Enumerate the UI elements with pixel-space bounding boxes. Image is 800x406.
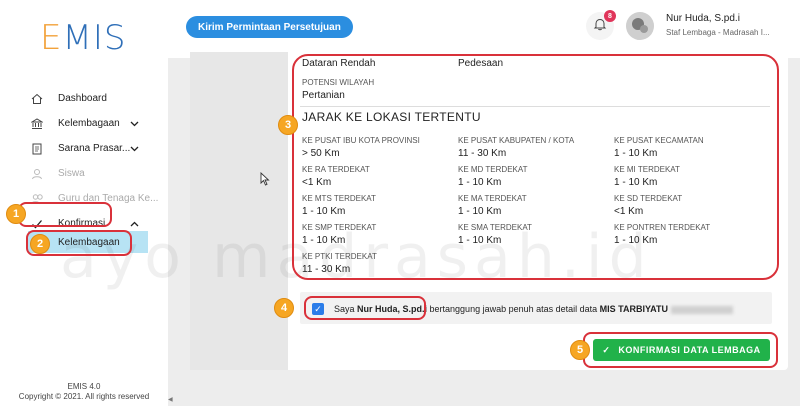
user-name[interactable]: Nur Huda, S.pd.i xyxy=(666,13,740,24)
topbar: Kirim Permintaan Persetujuan 8 Nur Huda,… xyxy=(168,0,800,58)
distance-value: 1 - 10 Km xyxy=(302,206,346,217)
sidebar-item-siswa[interactable]: Siswa xyxy=(0,161,168,186)
distance-value: <1 Km xyxy=(614,206,644,217)
section-title: JARAK KE LOKASI TERTENTU xyxy=(302,110,481,124)
distance-value: 1 - 10 Km xyxy=(614,148,658,159)
distance-value: <1 Km xyxy=(302,177,332,188)
distance-label: KE MI TERDEKAT xyxy=(614,165,680,174)
distance-value: 1 - 10 Km xyxy=(302,235,346,246)
distance-label: KE SD TERDEKAT xyxy=(614,194,683,203)
distance-label: KE PTKI TERDEKAT xyxy=(302,252,377,261)
bank-icon xyxy=(30,117,44,131)
step-marker-5: 5 xyxy=(570,340,590,360)
distance-value: > 50 Km xyxy=(302,148,340,159)
users-icon xyxy=(30,192,44,206)
distance-value: 1 - 10 Km xyxy=(614,235,658,246)
confirm-statement: Saya Nur Huda, S.pd.i bertanggung jawab … xyxy=(334,304,733,314)
card-side-panel xyxy=(190,52,288,370)
potensi-value: Pertanian xyxy=(302,90,345,101)
footer-copyright: Copyright © 2021. All rights reserved xyxy=(18,392,150,401)
request-approval-button[interactable]: Kirim Permintaan Persetujuan xyxy=(186,16,353,38)
sidebar-item-dashboard[interactable]: Dashboard xyxy=(0,86,168,111)
divider xyxy=(300,106,770,107)
dataran-label: Dataran Rendah xyxy=(302,58,376,69)
distance-value: 1 - 10 Km xyxy=(614,177,658,188)
sidebar-item-guru[interactable]: Guru dan Tenaga Ke... xyxy=(0,186,168,211)
distance-label: KE MTS TERDEKAT xyxy=(302,194,376,203)
check-icon: ✓ xyxy=(602,344,611,355)
redacted-text xyxy=(670,305,733,314)
document-icon xyxy=(30,142,44,156)
emis-logo[interactable]: EMIS xyxy=(40,18,126,58)
distance-value: 1 - 10 Km xyxy=(458,177,502,188)
user-role: Staf Lembaga - Madrasah I... xyxy=(666,28,770,37)
user-icon xyxy=(30,167,44,181)
distance-value: 11 - 30 Km xyxy=(302,264,351,275)
cursor-icon xyxy=(260,171,270,189)
scroll-left-arrow[interactable]: ◀ xyxy=(168,396,173,403)
footer-version: EMIS 4.0 xyxy=(67,382,101,391)
avatar[interactable] xyxy=(626,12,654,40)
distance-label: KE SMP TERDEKAT xyxy=(302,223,377,232)
checkmark-icon: ✓ xyxy=(314,303,322,314)
distance-label: KE MA TERDEKAT xyxy=(458,194,527,203)
sidebar: EMIS Dashboard Kelembagaan Sarana Prasar… xyxy=(0,0,168,406)
sidebar-item-sarana[interactable]: Sarana Prasar... xyxy=(0,136,168,161)
home-icon xyxy=(30,92,44,106)
sidebar-item-kelembagaan[interactable]: Kelembagaan xyxy=(0,111,168,136)
distance-label: KE PUSAT IBU KOTA PROVINSI xyxy=(302,136,420,145)
confirm-data-button[interactable]: ✓ KONFIRMASI DATA LEMBAGA xyxy=(593,339,770,361)
dataran-value: Pedesaan xyxy=(458,58,504,69)
distance-label: KE RA TERDEKAT xyxy=(302,165,370,174)
chevron-down-icon xyxy=(130,144,139,154)
notification-badge: 8 xyxy=(604,10,616,22)
step-marker-3: 3 xyxy=(278,115,298,135)
distance-label: KE PONTREN TERDEKAT xyxy=(614,223,711,232)
distance-label: KE PUSAT KABUPATEN / KOTA xyxy=(458,136,575,145)
potensi-label: POTENSI WILAYAH xyxy=(302,78,375,87)
step-marker-1: 1 xyxy=(6,204,26,224)
distance-label: KE PUSAT KECAMATAN xyxy=(614,136,704,145)
distance-value: 11 - 30 Km xyxy=(458,148,507,159)
check-icon xyxy=(30,217,44,231)
distance-value: 1 - 10 Km xyxy=(458,235,502,246)
step-marker-2: 2 xyxy=(30,234,50,254)
distance-value: 1 - 10 Km xyxy=(458,206,502,217)
distance-label: KE MD TERDEKAT xyxy=(458,165,528,174)
distance-label: KE SMA TERDEKAT xyxy=(458,223,532,232)
chevron-down-icon xyxy=(130,119,139,129)
confirm-checkbox[interactable]: ✓ xyxy=(312,303,324,315)
step-marker-4: 4 xyxy=(274,298,294,318)
